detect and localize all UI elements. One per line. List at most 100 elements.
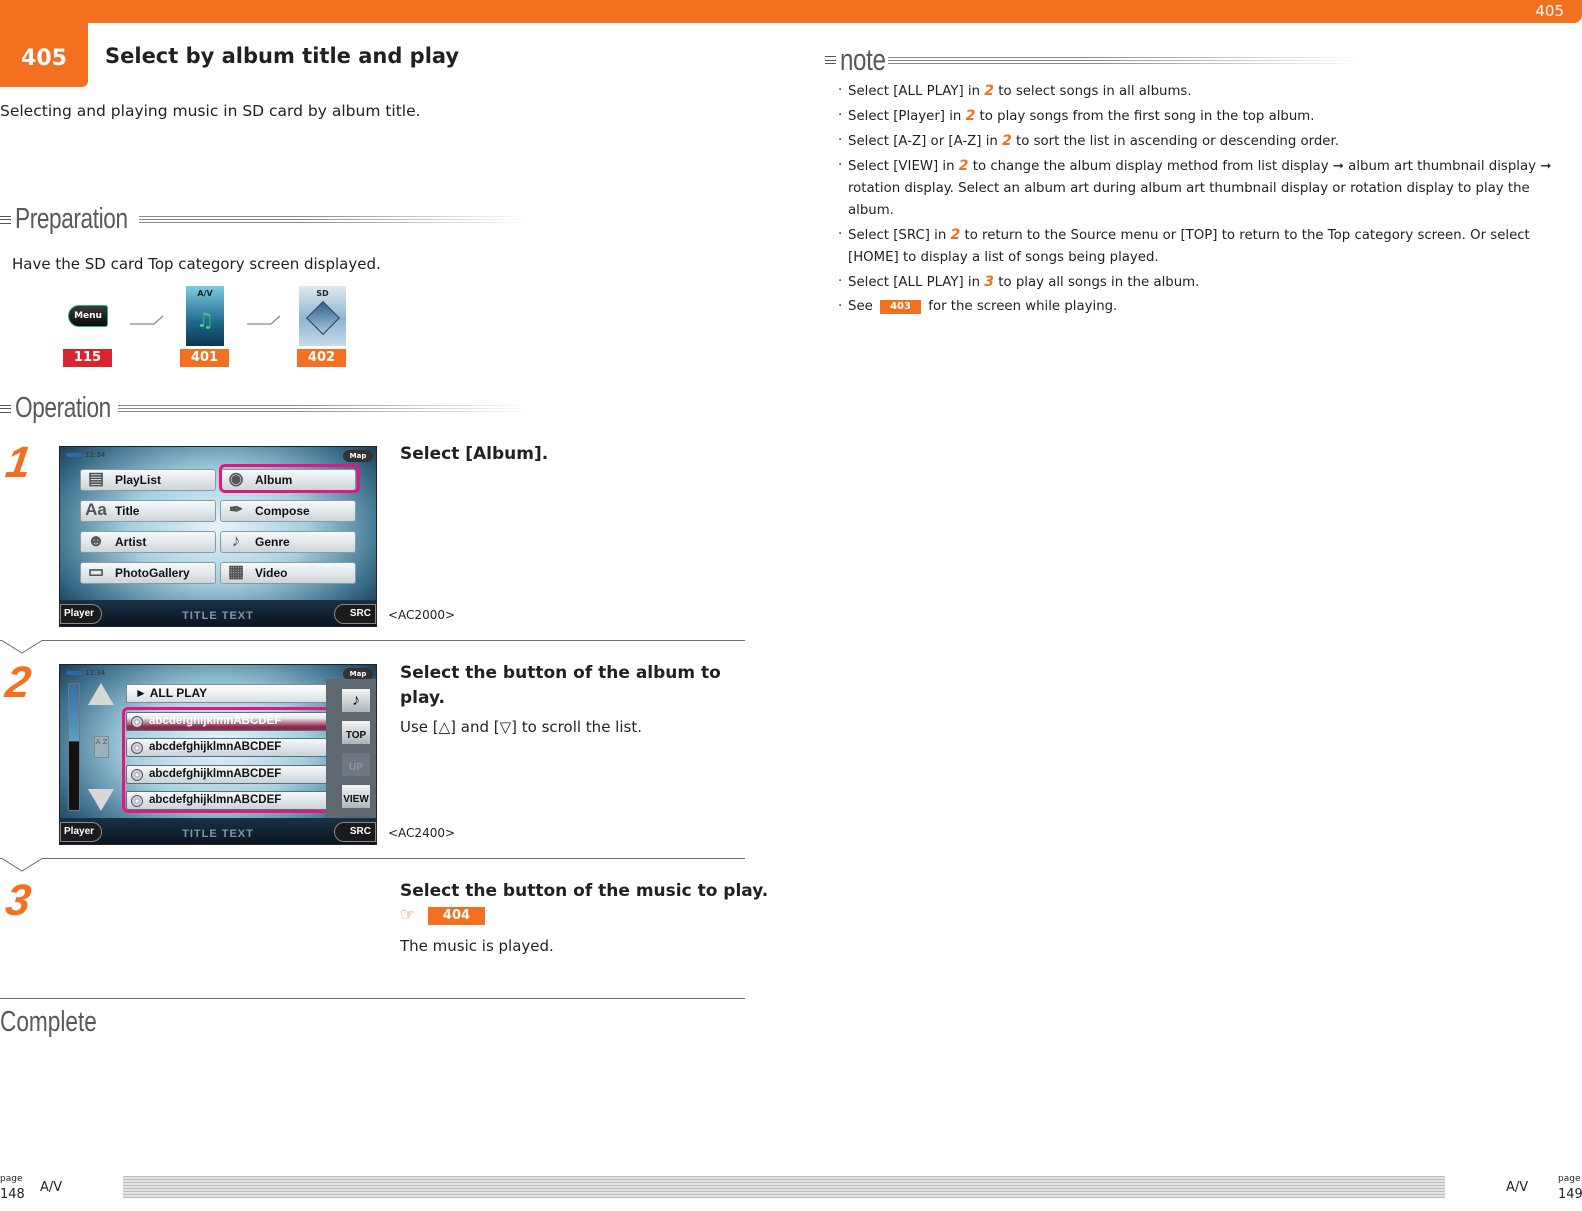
scroll-down-button[interactable] — [88, 789, 114, 811]
category-photogallery-button[interactable]: ▭ PhotoGallery — [80, 562, 216, 584]
chevron-down-icon — [2, 858, 42, 872]
screen-title-text: TITLE TEXT — [182, 610, 254, 622]
guitar-icon: ♪ — [231, 531, 241, 550]
flow-arrow-icon — [130, 315, 164, 325]
sd-tile-label: SD — [316, 289, 329, 298]
page-number-tab: 405 — [1535, 2, 1564, 20]
sd-tile-icon: SD — [299, 286, 346, 346]
note-item: · See 403 for the screen while playing. — [838, 299, 1118, 314]
now-playing-button[interactable]: ♪ — [341, 688, 371, 713]
step-ref: 3 — [984, 274, 995, 290]
footer-section-left: A/V — [40, 1180, 63, 1195]
category-playlist-button[interactable]: ▤ PlayList — [80, 469, 216, 491]
screen-code: <AC2000> — [388, 608, 456, 622]
footer-page-number-right: 149 — [1558, 1187, 1582, 1202]
ref-badge-115[interactable]: 115 — [63, 349, 112, 367]
music-note-icon: ♫ — [196, 308, 214, 332]
step-ref: 2 — [958, 158, 969, 174]
page-description: Selecting and playing music in SD card b… — [0, 102, 421, 120]
step-3-title: Select the button of the music to play. — [400, 881, 769, 901]
ref-badge-402[interactable]: 402 — [297, 349, 346, 367]
note-list: · Select [ALL PLAY] in 2 to select songs … — [838, 80, 1568, 320]
step-number: 3 — [2, 876, 34, 925]
screen-code: <AC2400> — [388, 826, 456, 840]
photo-icon: ▭ — [87, 562, 105, 581]
footer-section-right: A/V — [1506, 1180, 1529, 1195]
step-ref: 2 — [965, 108, 976, 124]
step-3-text: The music is played. — [400, 937, 554, 955]
map-button[interactable]: Map — [343, 450, 373, 462]
pointing-hand-icon: ☞ — [400, 905, 416, 925]
note-item: · Select [SRC] in 2 to return to the Sour… — [838, 227, 1530, 265]
button-label: Compose — [255, 504, 310, 518]
screen-title-text: TITLE TEXT — [182, 828, 254, 840]
up-button[interactable]: UP — [341, 752, 371, 777]
screen-top-category: 12:34 Map ▤ PlayList ◉ Album Aa Title ✒ Comp… — [59, 446, 377, 627]
complete-divider — [0, 998, 745, 999]
heading-lines-icon — [825, 56, 836, 64]
footer-page-number-left: 148 — [0, 1187, 25, 1202]
category-video-button[interactable]: ▦ Video — [220, 562, 356, 584]
note-heading-label: note — [840, 42, 886, 77]
footer-page-label: page — [0, 1174, 23, 1184]
footer-page-label: page — [1558, 1174, 1581, 1184]
ref-badge-401[interactable]: 401 — [180, 349, 229, 367]
step-number: 1 — [2, 438, 34, 487]
src-button[interactable]: SRC — [334, 822, 376, 842]
top-button[interactable]: TOP — [341, 720, 371, 745]
ref-badge-403[interactable]: 403 — [880, 300, 922, 314]
album-highlight-frame — [219, 464, 360, 493]
operation-heading-label: Operation — [15, 392, 111, 424]
note-item: · Select [ALL PLAY] in 3 to play all song… — [838, 274, 1200, 290]
step-2-title: Select the button of the album to play. — [400, 663, 721, 708]
preparation-heading-label: Preparation — [15, 203, 128, 235]
category-title-button[interactable]: Aa Title — [80, 500, 216, 522]
menu-button-icon: Menu — [68, 305, 108, 327]
screen-album-list: 12:34 Map A Z ► ALL PLAY abcdefghijklmnA… — [59, 664, 377, 845]
preparation-text: Have the SD card Top category screen dis… — [12, 255, 381, 273]
flow-arrow-icon — [247, 315, 281, 325]
note-item: · Select [A-Z] or [A-Z] in 2 to sort the … — [838, 133, 1339, 149]
category-genre-button[interactable]: ♪ Genre — [220, 531, 356, 553]
page-title: Select by album title and play — [105, 44, 460, 68]
all-play-button[interactable]: ► ALL PLAY — [126, 684, 328, 703]
step-number: 2 — [2, 658, 34, 707]
src-button[interactable]: SRC — [334, 604, 376, 624]
screen-clock: 12:34 — [66, 451, 105, 459]
button-label: Genre — [255, 535, 290, 549]
category-artist-button[interactable]: ☻ Artist — [80, 531, 216, 553]
sort-az-button[interactable]: A Z — [94, 736, 109, 758]
side-panel: ♪ TOP UP VIEW — [326, 679, 376, 820]
title-aa-icon: Aa — [85, 500, 107, 519]
operation-heading: Operation — [0, 392, 530, 425]
top-banner — [0, 0, 1582, 23]
heading-lines-icon — [0, 404, 11, 413]
section-number-badge: 405 — [0, 23, 88, 87]
button-label: Title — [115, 504, 140, 518]
button-label: Video — [255, 566, 288, 580]
complete-label: Complete — [0, 1006, 97, 1038]
footer-rule — [123, 1176, 1445, 1198]
step-divider — [0, 858, 745, 859]
category-compose-button[interactable]: ✒ Compose — [220, 500, 356, 522]
playlist-icon: ▤ — [87, 469, 105, 488]
film-icon: ▦ — [227, 562, 245, 581]
menu-button-label: Menu — [74, 311, 102, 321]
note-item: · Select [ALL PLAY] in 2 to select songs … — [838, 83, 1192, 99]
step-ref: 2 — [1002, 133, 1012, 149]
list-scrollbar[interactable] — [68, 683, 80, 811]
step-1-title: Select [Album]. — [400, 444, 549, 464]
step-2-text: Use [△] and [▽] to scroll the list. — [400, 718, 642, 736]
person-icon: ☻ — [87, 531, 105, 550]
av-tile-icon: A/V ♫ — [186, 286, 224, 346]
heading-rule — [888, 56, 1365, 64]
note-heading: note — [825, 42, 1365, 78]
screen-clock: 12:34 — [66, 669, 105, 677]
view-button[interactable]: VIEW — [341, 784, 371, 809]
scroll-up-button[interactable] — [88, 683, 114, 705]
heading-lines-icon — [0, 215, 11, 224]
ref-badge-404[interactable]: 404 — [428, 907, 485, 925]
heading-rule — [117, 405, 530, 412]
quill-icon: ✒ — [228, 500, 244, 519]
preparation-heading: Preparation — [0, 203, 530, 236]
